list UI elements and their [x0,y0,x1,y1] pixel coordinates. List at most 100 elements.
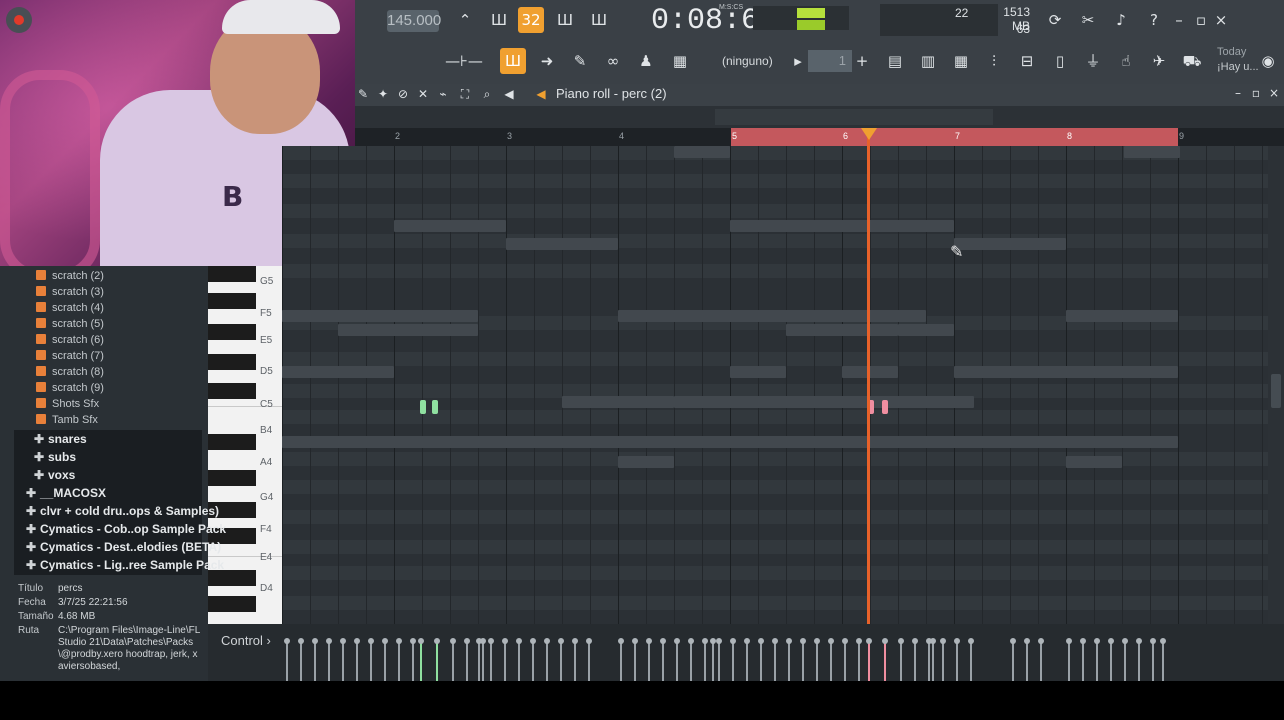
velocity-stem[interactable] [1108,638,1114,681]
playhead[interactable] [867,128,870,624]
velocity-stem[interactable] [882,638,888,681]
pr-close-icon[interactable]: × [1266,83,1282,103]
folder-item[interactable]: ✚ subs [32,448,76,466]
pr-minimize-icon[interactable]: – [1230,83,1246,103]
velocity-stem[interactable] [710,638,716,681]
velocity-stem[interactable] [842,638,848,681]
delete-tool-icon[interactable]: ⊘ [394,83,412,105]
velocity-stem[interactable] [1094,638,1100,681]
velocity-stem[interactable] [434,638,440,681]
step-edit-icon[interactable]: Ш [552,7,578,33]
velocity-stem[interactable] [488,638,494,681]
note-grid[interactable] [282,146,1268,624]
velocity-stem[interactable] [382,638,388,681]
piano-roll-icon[interactable]: Ш [500,48,526,74]
velocity-stem[interactable] [772,638,778,681]
maximize-icon[interactable]: ▫ [1192,7,1210,33]
wait-input-icon[interactable]: Ш [486,7,512,33]
velocity-stem[interactable] [586,638,592,681]
arrow-icon[interactable]: ➜ [534,48,560,74]
velocity-stem[interactable] [1024,638,1030,681]
file-icon[interactable]: ▯ [1047,48,1073,74]
velocity-stem[interactable] [396,638,402,681]
velocity-stem[interactable] [558,638,564,681]
midi-note[interactable] [882,400,888,414]
control-lane-label[interactable]: Control › [221,633,271,648]
velocity-stem[interactable] [298,638,304,681]
velocity-stem[interactable] [340,638,346,681]
folder-item[interactable]: ✚ Cymatics - Cob..op Sample Pack [24,520,226,538]
velocity-stem[interactable] [464,638,470,681]
velocity-stem[interactable] [930,638,936,681]
midi-note[interactable] [420,400,426,414]
velocity-stem[interactable] [926,638,932,681]
velocity-stem[interactable] [516,638,522,681]
velocity-stem[interactable] [954,638,960,681]
velocity-stem[interactable] [1066,638,1072,681]
loop-record-icon[interactable]: Ш [586,7,612,33]
folder-item[interactable]: ✚ Cymatics - Dest..elodies (BETA) [24,538,221,556]
velocity-stem[interactable] [312,638,318,681]
velocity-stem[interactable] [450,638,456,681]
velocity-stem[interactable] [544,638,550,681]
velocity-stem[interactable] [646,638,652,681]
link-icon[interactable]: ∞ [600,48,626,74]
velocity-stem[interactable] [410,638,416,681]
typing-keyboard-icon[interactable]: ▦ [667,48,693,74]
velocity-stem[interactable] [828,638,834,681]
brush-icon[interactable]: ✎ [567,48,593,74]
horizontal-scrollbar[interactable] [355,106,1284,128]
speaker-icon[interactable]: ◀ [532,83,550,105]
cut-icon[interactable]: ✂ [1075,7,1101,33]
piano-roll-window-icon[interactable]: ▥ [915,48,941,74]
velocity-stem[interactable] [632,638,638,681]
browser-item[interactable]: scratch (9) [36,380,104,396]
velocity-stem[interactable] [476,638,482,681]
browser-item[interactable]: scratch (8) [36,364,104,380]
velocity-stem[interactable] [530,638,536,681]
velocity-stem[interactable] [786,638,792,681]
velocity-stem[interactable] [716,638,722,681]
browser-item[interactable]: scratch (6) [36,332,104,348]
record-button[interactable] [6,7,32,33]
velocity-stem[interactable] [326,638,332,681]
velocity-stem[interactable] [1160,638,1166,681]
velocity-stem[interactable] [480,638,486,681]
help-icon[interactable]: ? [1141,7,1167,33]
draw-tool-icon[interactable]: ✎ [354,83,372,105]
metronome-icon[interactable]: ⌃ [452,7,478,33]
browser-item[interactable]: Tamb Sfx [36,412,98,428]
velocity-stem[interactable] [744,638,750,681]
velocity-stem[interactable] [912,638,918,681]
velocity-stem[interactable] [660,638,666,681]
tempo-display[interactable]: 145.000 [387,10,441,32]
velocity-stem[interactable] [702,638,708,681]
snap-selector[interactable]: (ninguno) [722,54,773,68]
velocity-stem[interactable] [1122,638,1128,681]
microphone-icon[interactable]: ♪ [1108,7,1134,33]
velocity-stem[interactable] [898,638,904,681]
browser-item[interactable]: scratch (3) [36,284,104,300]
browser-item[interactable]: scratch (2) [36,268,104,284]
playback-tool-icon[interactable]: ◀ [500,83,518,105]
velocity-stem[interactable] [572,638,578,681]
paint-tool-icon[interactable]: ✦ [374,83,392,105]
velocity-stem[interactable] [618,638,624,681]
close-icon[interactable]: × [1212,7,1230,33]
velocity-stem[interactable] [674,638,680,681]
browser-icon[interactable]: ⊟ [1014,48,1040,74]
velocity-stem[interactable] [758,638,764,681]
stamp-icon[interactable]: ♟ [633,48,659,74]
folder-item[interactable]: ✚ voxs [32,466,75,484]
velocity-stem[interactable] [730,638,736,681]
velocity-stem[interactable] [1038,638,1044,681]
folder-item[interactable]: ✚ snares [32,430,87,448]
pattern-number[interactable]: 1 [808,50,852,72]
touch-controller-icon[interactable]: ☝ [1113,48,1139,74]
news-globe-icon[interactable]: ◉ [1258,48,1278,74]
plugin-icon[interactable]: ⏚ [1080,48,1106,74]
pattern-mode-button[interactable]: 32 [518,7,544,33]
folder-item[interactable]: ✚ Cymatics - Lig..ree Sample Pack [24,556,224,574]
undo-history-icon[interactable]: ⟳ [1042,7,1068,33]
vertical-scrollbar[interactable] [1268,146,1284,624]
